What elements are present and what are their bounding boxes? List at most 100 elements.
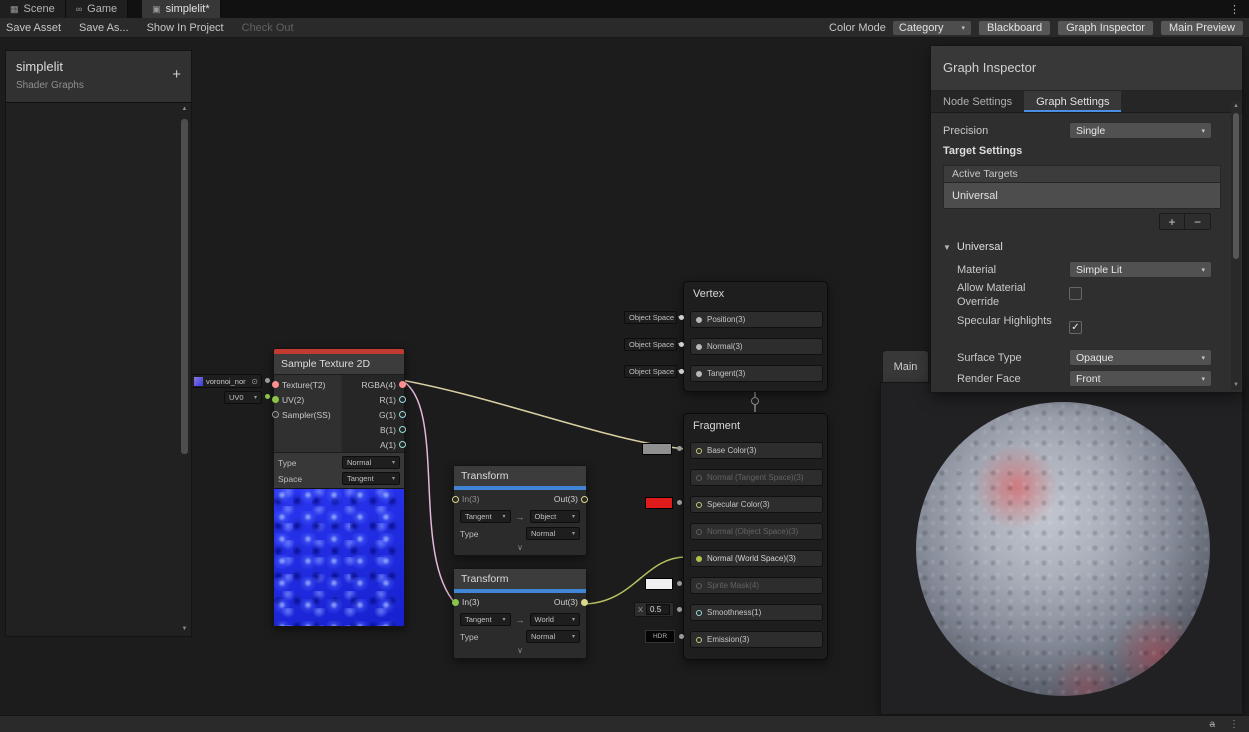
- specular-highlights-checkbox[interactable]: ✓: [1069, 321, 1082, 334]
- blackboard-header[interactable]: simplelit Shader Graphs +: [5, 50, 192, 103]
- type-dropdown[interactable]: Normal ▾: [526, 630, 580, 643]
- main-preview-tab[interactable]: Main: [882, 350, 929, 382]
- emission-hdr-swatch[interactable]: HDR: [645, 630, 675, 643]
- collapse-chevron-icon[interactable]: ∨: [454, 543, 586, 555]
- from-space-dropdown[interactable]: Tangent ▾: [460, 613, 511, 626]
- port-dot-a[interactable]: [399, 441, 406, 448]
- fragment-port-normal-object[interactable]: Normal (Object Space)(3): [690, 523, 823, 540]
- precision-dropdown[interactable]: Single ▾: [1069, 122, 1212, 139]
- transform-node-world[interactable]: Transform In(3) Out(3) Tangent ▾ → World…: [452, 568, 588, 659]
- fragment-port-smoothness[interactable]: Smoothness(1): [690, 604, 823, 621]
- add-target-button[interactable]: +: [1160, 214, 1185, 229]
- port-dot-out[interactable]: [581, 598, 588, 606]
- port-dot-texture[interactable]: [272, 381, 279, 388]
- material-dropdown[interactable]: Simple Lit ▾: [1069, 261, 1212, 278]
- input-port-uv[interactable]: UV(2): [272, 392, 348, 407]
- fragment-port-sprite-mask[interactable]: Sprite Mask(4): [690, 577, 823, 594]
- surface-type-dropdown[interactable]: Opaque ▾: [1069, 349, 1212, 366]
- tab-graph-settings[interactable]: Graph Settings: [1024, 91, 1122, 112]
- output-port-a[interactable]: A(1): [344, 437, 406, 452]
- port-dot-out[interactable]: [581, 495, 588, 503]
- output-port-b[interactable]: B(1): [344, 422, 406, 437]
- object-picker-icon[interactable]: ⊙: [251, 377, 258, 386]
- fragment-port-base-color[interactable]: Base Color(3): [690, 442, 823, 459]
- port-dot[interactable]: [696, 447, 702, 454]
- tab-scene[interactable]: ▦ Scene: [0, 0, 66, 18]
- scroll-down-icon[interactable]: ▼: [182, 625, 188, 634]
- fragment-block[interactable]: Fragment Base Color(3) Normal (Tangent S…: [683, 413, 828, 660]
- output-port-rgba[interactable]: RGBA(4): [344, 377, 406, 392]
- tab-simplelit[interactable]: ▣ simplelit*: [142, 0, 221, 18]
- scroll-up-icon[interactable]: ▲: [1233, 101, 1239, 111]
- fragment-port-emission[interactable]: Emission(3): [690, 631, 823, 648]
- output-port-out3[interactable]: Out(3): [554, 597, 588, 607]
- vertex-port-tangent[interactable]: Tangent(3): [690, 365, 823, 382]
- port-dot[interactable]: [696, 370, 702, 377]
- tab-bar-menu-icon[interactable]: ⋮: [1220, 0, 1249, 18]
- port-dot[interactable]: [696, 528, 702, 535]
- show-in-project-button[interactable]: Show In Project: [143, 22, 228, 34]
- type-dropdown[interactable]: Normal ▾: [342, 456, 400, 469]
- specular-color-swatch[interactable]: [645, 497, 673, 509]
- input-port-in3[interactable]: In(3): [452, 597, 479, 607]
- vertex-tangent-space-dropdown[interactable]: Object Space ▾: [624, 365, 681, 378]
- blackboard-scrollbar[interactable]: ▲ ▼: [179, 105, 190, 634]
- to-space-dropdown[interactable]: World ▾: [529, 613, 580, 626]
- port-dot[interactable]: [696, 474, 702, 481]
- status-menu-icon[interactable]: ⋮: [1229, 719, 1239, 730]
- output-port-g[interactable]: G(1): [344, 407, 406, 422]
- vertex-port-normal[interactable]: Normal(3): [690, 338, 823, 355]
- graph-inspector-title[interactable]: Graph Inspector: [931, 46, 1242, 91]
- scroll-down-icon[interactable]: ▼: [1233, 380, 1239, 390]
- color-mode-dropdown[interactable]: Category ▾: [891, 19, 973, 36]
- sample-texture-2d-node[interactable]: Sample Texture 2D Texture(T2) UV(2) Samp…: [272, 348, 406, 627]
- port-dot[interactable]: [696, 501, 702, 508]
- input-port-sampler[interactable]: Sampler(SS): [272, 407, 348, 422]
- port-dot[interactable]: [696, 555, 702, 562]
- input-port-in3[interactable]: In(3): [452, 494, 479, 504]
- port-dot[interactable]: [696, 316, 702, 323]
- port-dot-sampler[interactable]: [272, 411, 279, 418]
- scrollbar-thumb[interactable]: [181, 119, 188, 454]
- smoothness-float-field[interactable]: X 0.5: [634, 602, 675, 617]
- transform-node-object[interactable]: Transform In(3) Out(3) Tangent ▾ → Objec…: [452, 465, 588, 556]
- output-port-out3[interactable]: Out(3): [554, 494, 588, 504]
- main-preview-toggle-button[interactable]: Main Preview: [1159, 19, 1244, 36]
- from-space-dropdown[interactable]: Tangent ▾: [460, 510, 511, 523]
- base-color-swatch[interactable]: [642, 443, 672, 455]
- uv-channel-dropdown[interactable]: UV0 ▾: [224, 391, 262, 404]
- graph-inspector-toggle-button[interactable]: Graph Inspector: [1057, 19, 1154, 36]
- tab-game[interactable]: ∞ Game: [65, 0, 129, 18]
- float-value[interactable]: 0.5: [646, 604, 671, 615]
- texture-object-field[interactable]: voronoi_nor ⊙: [190, 374, 262, 388]
- preview-sphere[interactable]: [916, 402, 1210, 696]
- allow-material-override-checkbox[interactable]: [1069, 287, 1082, 300]
- render-face-dropdown[interactable]: Front ▾: [1069, 370, 1212, 387]
- node-title[interactable]: Sample Texture 2D: [274, 354, 404, 374]
- node-preview-normal-map[interactable]: [274, 488, 404, 626]
- output-port-r[interactable]: R(1): [344, 392, 406, 407]
- port-dot-r[interactable]: [399, 396, 406, 403]
- to-space-dropdown[interactable]: Object ▾: [529, 510, 580, 523]
- vertex-port-position[interactable]: Position(3): [690, 311, 823, 328]
- vertex-position-space-dropdown[interactable]: Object Space ▾: [624, 311, 681, 324]
- port-dot-g[interactable]: [399, 411, 406, 418]
- space-dropdown[interactable]: Tangent ▾: [342, 472, 400, 485]
- node-title[interactable]: Transform: [454, 466, 586, 486]
- tab-node-settings[interactable]: Node Settings: [931, 91, 1024, 112]
- port-dot-b[interactable]: [399, 426, 406, 433]
- active-target-universal[interactable]: Universal: [943, 183, 1221, 209]
- sprite-mask-swatch[interactable]: [645, 578, 673, 590]
- port-dot[interactable]: [696, 636, 702, 643]
- save-asset-button[interactable]: Save Asset: [2, 22, 65, 34]
- autosave-disabled-icon[interactable]: a: [1209, 719, 1215, 730]
- vertex-block[interactable]: Vertex Position(3) Normal(3) Tangent(3): [683, 281, 828, 392]
- fragment-port-normal-world[interactable]: Normal (World Space)(3): [690, 550, 823, 567]
- node-title[interactable]: Transform: [454, 569, 586, 589]
- port-dot-rgba[interactable]: [399, 381, 406, 388]
- save-as-button[interactable]: Save As...: [75, 22, 133, 34]
- scrollbar-thumb[interactable]: [1233, 113, 1239, 259]
- scroll-up-icon[interactable]: ▲: [182, 105, 188, 114]
- collapse-chevron-icon[interactable]: ∨: [454, 646, 586, 658]
- fragment-port-specular-color[interactable]: Specular Color(3): [690, 496, 823, 513]
